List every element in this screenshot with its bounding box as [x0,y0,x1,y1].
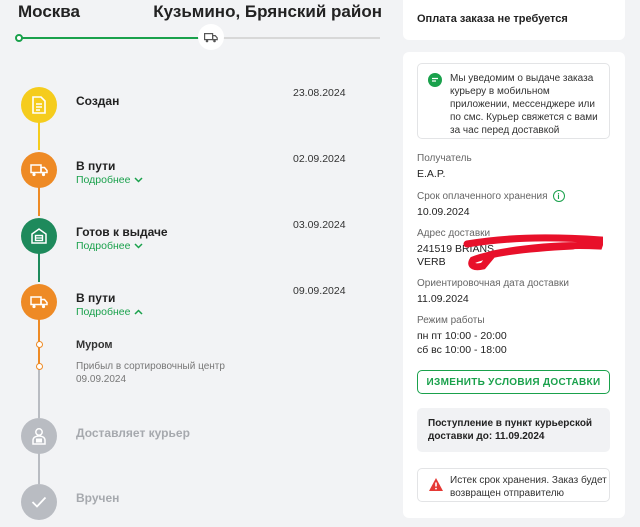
step-title-courier: Доставляет курьер [76,426,190,440]
storage-expired-text: Истек срок хранения. Заказ будет возвращ… [450,475,607,499]
storage-label: Срок оплаченного хранения i [417,190,565,202]
step-title-delivered: Вручен [76,491,120,505]
step-details-toggle[interactable]: Подробнее [76,240,143,252]
step-date: 03.09.2024 [293,219,346,231]
tracking-timeline: Создан 23.08.2024 В пути Подробнее 02.09… [4,52,384,527]
storage-value: 10.09.2024 [417,206,470,218]
courier-icon [21,418,57,454]
step-title-created: Создан [76,94,120,108]
truck-icon [21,152,57,188]
step-title-in-transit: В пути [76,291,116,305]
route-to-city: Кузьмино, Брянский район [153,2,382,21]
storage-label-text: Срок оплаченного хранения [417,190,548,202]
recipient-label: Получатель [417,153,472,164]
timeline-rail [38,250,40,282]
step-date: 02.09.2024 [293,153,346,165]
timeline-rail [38,368,40,418]
notice-text: Мы уведомим о выдаче заказа курьеру в мо… [450,73,598,136]
arrival-deadline-box: Поступление в пункт курьерской доставки … [417,408,610,452]
step-details-toggle[interactable]: Подробнее [76,306,143,318]
redaction-scribble [463,234,603,271]
route-truck-icon [198,24,224,50]
change-delivery-button[interactable]: ИЗМЕНИТЬ УСЛОВИЯ ДОСТАВКИ [417,370,610,394]
recipient-value: E.A.P. [417,168,446,180]
hours-weekdays: пн пт 10:00 - 20:00 [417,330,507,342]
step-date: 09.09.2024 [293,285,346,297]
payment-status-card: Оплата заказа не требуется [403,0,625,40]
hours-weekend: сб вс 10:00 - 18:00 [417,344,507,356]
substep-status: Прибыл в сортировочный центр [76,361,225,372]
warning-icon [429,478,443,491]
route-start-dot [15,34,23,42]
step-details-label: Подробнее [76,306,131,318]
notification-notice: Мы уведомим о выдаче заказа курьеру в мо… [417,63,610,139]
eta-label: Ориентировочная дата доставки [417,278,569,289]
document-icon [21,87,57,123]
step-date: 23.08.2024 [293,87,346,99]
storage-expired-alert: Истек срок хранения. Заказ будет возвращ… [417,468,610,502]
chevron-down-icon [134,177,143,183]
hours-label: Режим работы [417,315,485,326]
payment-status: Оплата заказа не требуется [417,13,568,25]
eta-value: 11.09.2024 [417,293,469,305]
chevron-down-icon [134,243,143,249]
substep-date: 09.09.2024 [76,374,127,385]
substep-description: Прибыл в сортировочный центр 09.09.2024 [76,360,246,386]
arrival-deadline: Поступление в пункт курьерской доставки … [428,418,593,442]
pickup-point-icon [21,218,57,254]
info-icon[interactable]: i [552,190,565,202]
route-from-city: Москва [18,2,80,21]
step-title-in-transit: В пути [76,159,116,173]
step-details-toggle[interactable]: Подробнее [76,174,143,186]
eta-label-text: Ориентировочная дата доставки [417,278,570,289]
recipient-label-text: Получатель [417,153,472,164]
substep-dot [36,363,43,370]
substep-title: Муром [76,339,113,351]
chat-icon [428,73,442,87]
timeline-rail [38,452,40,484]
substep-dot [36,341,43,348]
step-details-label: Подробнее [76,240,131,252]
hours-label-text: Режим работы [417,315,485,326]
step-details-label: Подробнее [76,174,131,186]
truck-icon [21,284,57,320]
timeline-rail [38,184,40,216]
chevron-up-icon [134,309,143,315]
address-line-2: VERB [417,256,446,268]
step-title-ready: Готов к выдаче [76,225,168,239]
check-icon [21,484,57,520]
delivery-info-card: Мы уведомим о выдаче заказа курьеру в мо… [403,52,625,518]
